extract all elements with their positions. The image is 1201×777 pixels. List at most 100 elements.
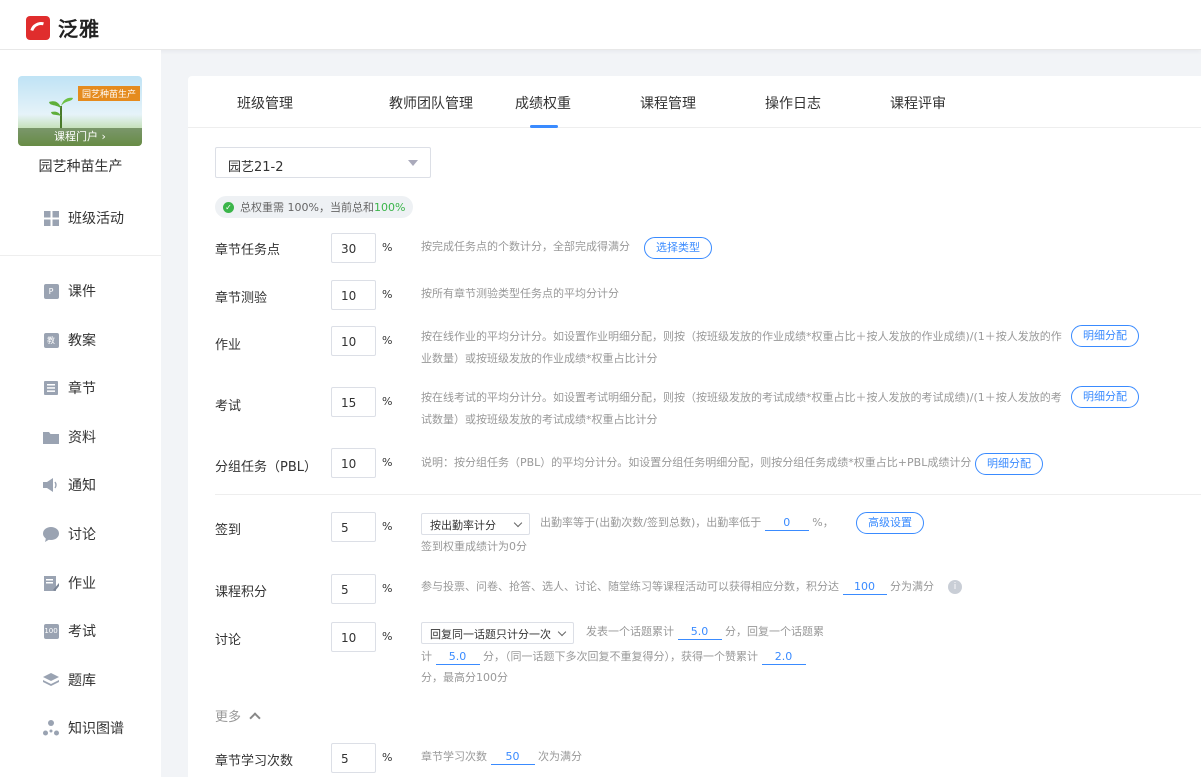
sidebar-item-label: 作业 bbox=[68, 576, 96, 592]
sidebar-divider bbox=[0, 255, 161, 256]
checkin-mode-value: 按出勤率计分 bbox=[430, 519, 496, 532]
checkin-desc-line2: 签到权重成绩计为0分 bbox=[421, 540, 527, 553]
lesson-plan-icon: 教 bbox=[43, 332, 59, 348]
sidebar-item-question-bank[interactable]: 题库 bbox=[43, 670, 96, 690]
weight-label-group-task: 分组任务（PBL） bbox=[215, 460, 318, 475]
weight-label-course-points: 课程积分 bbox=[215, 585, 268, 600]
pbl-detail-allocation-button[interactable]: 明细分配 bbox=[975, 453, 1043, 475]
weight-desc-homework-line1: 按在线作业的平均分计分。如设置作业明细分配，则按（按班级发放的作业成绩*权重占比… bbox=[421, 330, 1062, 343]
points-full-score-input[interactable]: 100 bbox=[842, 580, 887, 595]
app-name: 泛雅 bbox=[58, 17, 100, 41]
sidebar-item-label: 讨论 bbox=[68, 527, 96, 543]
checkin-threshold-input[interactable]: 0 bbox=[764, 516, 809, 531]
weight-desc-chapter-tasks: 按完成任务点的个数计分，全部完成得满分 bbox=[421, 240, 630, 253]
seedling-icon bbox=[49, 97, 73, 128]
weight-input-discussion[interactable]: 10 bbox=[331, 622, 376, 652]
weight-input-homework[interactable]: 10 bbox=[331, 326, 376, 356]
class-select[interactable]: 园艺21-2 bbox=[215, 147, 431, 178]
sidebar-item-chapter[interactable]: 章节 bbox=[43, 378, 96, 398]
tab-operation-log[interactable]: 操作日志 bbox=[765, 93, 821, 113]
homework-detail-allocation-button[interactable]: 明细分配 bbox=[1071, 325, 1139, 347]
sidebar-item-notice[interactable]: 通知 bbox=[43, 475, 96, 495]
folder-icon bbox=[43, 429, 59, 445]
sidebar-item-label: 知识图谱 bbox=[68, 721, 124, 737]
select-type-button[interactable]: 选择类型 bbox=[644, 237, 712, 259]
total-weight-badge: ✓ 总权重需 100%，当前总和 100% bbox=[215, 196, 414, 218]
course-cover[interactable]: 园艺种苗生产 课程门户 › bbox=[18, 76, 142, 146]
weight-input-course-points[interactable]: 5 bbox=[331, 574, 376, 604]
percent-sign: % bbox=[382, 456, 393, 469]
sidebar-item-label: 通知 bbox=[68, 478, 96, 494]
sidebar-item-knowledge-graph[interactable]: 知识图谱 bbox=[43, 718, 124, 738]
sidebar-item-class-activity[interactable]: 班级活动 bbox=[43, 208, 124, 228]
percent-sign: % bbox=[382, 288, 393, 301]
discussion-mode-value: 回复同一话题只计分一次 bbox=[430, 628, 551, 641]
discussion-mode-select[interactable]: 回复同一话题只计分一次 bbox=[421, 622, 574, 644]
more-label: 更多 bbox=[215, 710, 242, 725]
reply-score-input[interactable]: 5.0 bbox=[435, 650, 480, 665]
exam-icon: 100 bbox=[43, 623, 59, 639]
ppt-icon: P bbox=[43, 283, 59, 299]
weight-label-chapter-study: 章节学习次数 bbox=[215, 754, 294, 769]
tab-bar: 班级管理 教师团队管理 成绩权重 课程管理 操作日志 课程评审 bbox=[188, 76, 1201, 128]
chevron-down-icon bbox=[557, 627, 567, 637]
percent-sign: % bbox=[382, 241, 393, 254]
sidebar-item-materials[interactable]: 资料 bbox=[43, 427, 96, 447]
main-panel: 班级管理 教师团队管理 成绩权重 课程管理 操作日志 课程评审 园艺21-2 ✓… bbox=[188, 76, 1201, 777]
percent-sign: % bbox=[382, 334, 393, 347]
grid-icon bbox=[43, 210, 59, 226]
total-weight-value: 100% bbox=[373, 200, 406, 214]
discussion-desc-line1: 发表一个话题累计 5.0 分，回复一个话题累 bbox=[586, 625, 824, 640]
advanced-settings-button[interactable]: 高级设置 bbox=[856, 512, 924, 534]
check-circle-icon: ✓ bbox=[223, 201, 234, 213]
weight-input-chapter-tasks[interactable]: 30 bbox=[331, 233, 376, 263]
weight-label-chapter-tasks: 章节任务点 bbox=[215, 243, 281, 258]
chevron-up-icon bbox=[249, 712, 261, 724]
weight-input-chapter-quiz[interactable]: 10 bbox=[331, 280, 376, 310]
more-toggle[interactable]: 更多 bbox=[215, 706, 261, 725]
total-weight-text: 总权重需 100%，当前总和 bbox=[240, 201, 374, 214]
weight-input-exam[interactable]: 15 bbox=[331, 387, 376, 417]
weight-label-discussion: 讨论 bbox=[215, 633, 242, 648]
sidebar-item-label: 教案 bbox=[68, 333, 96, 349]
sidebar-item-discussion[interactable]: 讨论 bbox=[43, 524, 96, 544]
info-icon[interactable]: i bbox=[948, 580, 962, 594]
tab-course-review[interactable]: 课程评审 bbox=[890, 93, 946, 113]
tab-teacher-team[interactable]: 教师团队管理 bbox=[389, 93, 473, 113]
weight-desc-chapter-quiz: 按所有章节测验类型任务点的平均分计分 bbox=[421, 287, 619, 300]
sidebar-item-homework[interactable]: 作业 bbox=[43, 573, 96, 593]
checkin-mode-select[interactable]: 按出勤率计分 bbox=[421, 513, 530, 535]
top-bar: 泛雅 bbox=[0, 0, 1201, 50]
sidebar-item-label: 班级活动 bbox=[68, 211, 124, 227]
weight-desc-homework-line2: 业数量）或按班级发放的作业成绩*权重占比计分 bbox=[421, 352, 658, 365]
tab-class-management[interactable]: 班级管理 bbox=[237, 93, 293, 113]
megaphone-icon bbox=[43, 477, 59, 493]
weight-input-chapter-study[interactable]: 5 bbox=[331, 743, 376, 773]
weight-input-checkin[interactable]: 5 bbox=[331, 512, 376, 542]
sidebar-item-lesson-plan[interactable]: 教 教案 bbox=[43, 330, 96, 350]
exam-detail-allocation-button[interactable]: 明细分配 bbox=[1071, 386, 1139, 408]
percent-sign: % bbox=[382, 520, 393, 533]
course-portal-button[interactable]: 课程门户 › bbox=[18, 128, 142, 146]
discussion-desc-line2: 计 5.0 分，（同一话题下多次回复不重复得分），获得一个赞累计 2.0 bbox=[421, 646, 806, 668]
layers-icon bbox=[43, 672, 59, 688]
tab-grade-weights[interactable]: 成绩权重 bbox=[515, 93, 571, 113]
sidebar: 园艺种苗生产 课程门户 › 园艺种苗生产 班级活动 P 课件 教 教案 章节 资… bbox=[0, 50, 161, 777]
active-tab-indicator bbox=[530, 125, 558, 128]
sidebar-item-label: 资料 bbox=[68, 430, 96, 446]
weight-input-group-task[interactable]: 10 bbox=[331, 448, 376, 478]
sidebar-item-courseware[interactable]: P 课件 bbox=[43, 281, 96, 301]
topic-score-input[interactable]: 5.0 bbox=[677, 625, 722, 640]
weight-label-exam: 考试 bbox=[215, 399, 242, 414]
chapter-list-icon bbox=[43, 380, 59, 396]
sidebar-item-label: 题库 bbox=[68, 673, 96, 689]
like-score-input[interactable]: 2.0 bbox=[761, 650, 806, 665]
app-logo[interactable]: 泛雅 bbox=[26, 13, 100, 42]
tab-course-management[interactable]: 课程管理 bbox=[640, 93, 696, 113]
study-count-input[interactable]: 50 bbox=[490, 750, 535, 765]
weight-label-chapter-quiz: 章节测验 bbox=[215, 291, 268, 306]
weight-desc-group-task: 说明：按分组任务（PBL）的平均分计分。如设置分组任务明细分配，则按分组任务成绩… bbox=[421, 456, 972, 469]
discussion-desc-line3: 分，最高分100分 bbox=[421, 671, 508, 684]
sidebar-item-label: 考试 bbox=[68, 624, 96, 640]
sidebar-item-exam[interactable]: 100 考试 bbox=[43, 621, 96, 641]
